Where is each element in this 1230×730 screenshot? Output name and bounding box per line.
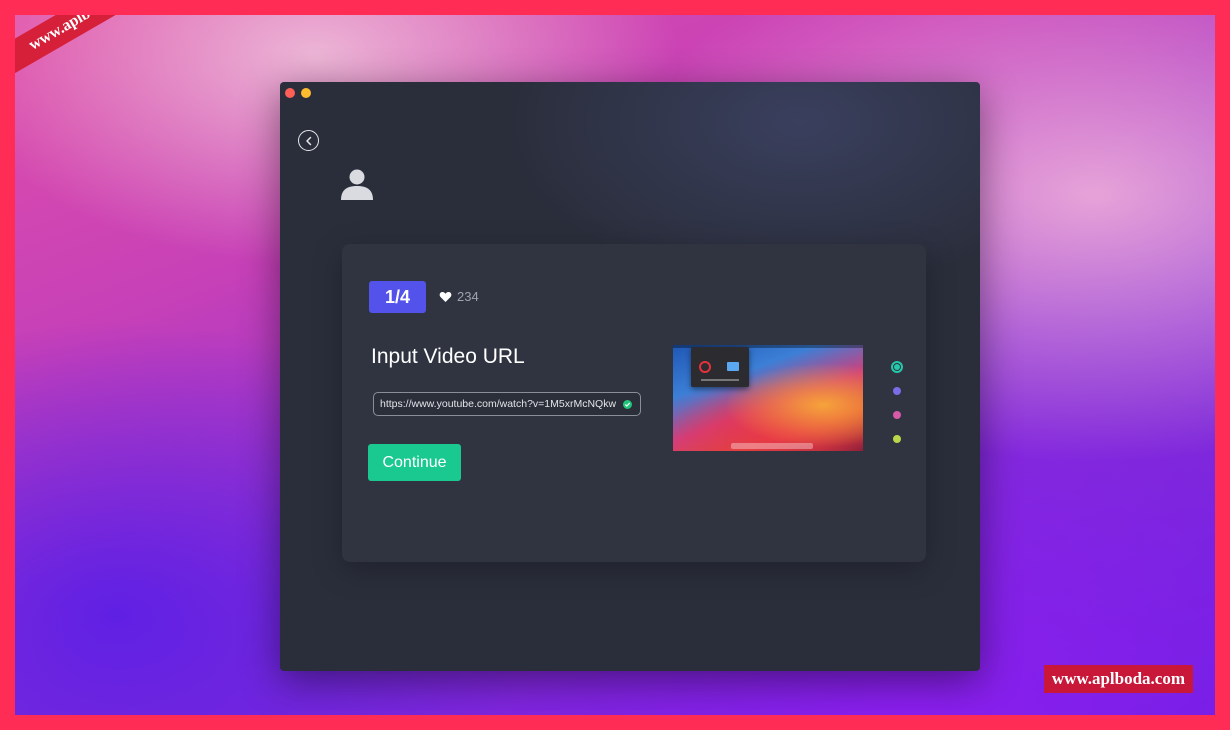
desktop-wallpaper: www.aplboda.com 1/4 234 Input Video URL xyxy=(15,15,1215,715)
creative-cloud-icon xyxy=(699,361,711,373)
preview-dock xyxy=(731,443,813,449)
watermark-ribbon: www.aplboda.com xyxy=(15,15,175,76)
video-url-field[interactable] xyxy=(373,392,641,416)
watermark-ribbon-text: www.aplboda.com xyxy=(25,15,144,54)
close-button[interactable] xyxy=(285,88,295,98)
app-window: 1/4 234 Input Video URL Continue xyxy=(280,82,980,671)
pagination-dot-3[interactable] xyxy=(893,411,901,419)
likes-counter[interactable]: 234 xyxy=(439,289,479,304)
pagination-dot-2[interactable] xyxy=(893,387,901,395)
watermark-box: www.aplboda.com xyxy=(1043,665,1193,693)
back-button[interactable] xyxy=(298,130,319,151)
minimize-button[interactable] xyxy=(301,88,311,98)
pagination-dot-1[interactable] xyxy=(891,361,903,373)
pagination-dot-4[interactable] xyxy=(893,435,901,443)
preview-app-window xyxy=(691,347,749,387)
likes-count: 234 xyxy=(457,289,479,304)
user-avatar-icon[interactable] xyxy=(340,167,374,201)
video-url-input[interactable] xyxy=(380,398,623,410)
heart-icon xyxy=(439,291,452,302)
card-heading: Input Video URL xyxy=(371,345,525,368)
step-label: 1/4 xyxy=(384,286,411,307)
tutorial-preview-image xyxy=(673,345,863,451)
preview-caption-line xyxy=(701,379,739,381)
back-arrow-icon xyxy=(305,136,311,145)
step-card: 1/4 234 Input Video URL Continue xyxy=(342,244,926,562)
check-icon xyxy=(623,399,632,409)
folder-icon xyxy=(727,362,739,371)
continue-button[interactable]: Continue xyxy=(368,444,461,481)
watermark-box-text: www.aplboda.com xyxy=(1051,669,1185,688)
step-badge: 1/4 xyxy=(369,281,426,313)
window-controls xyxy=(285,88,311,98)
